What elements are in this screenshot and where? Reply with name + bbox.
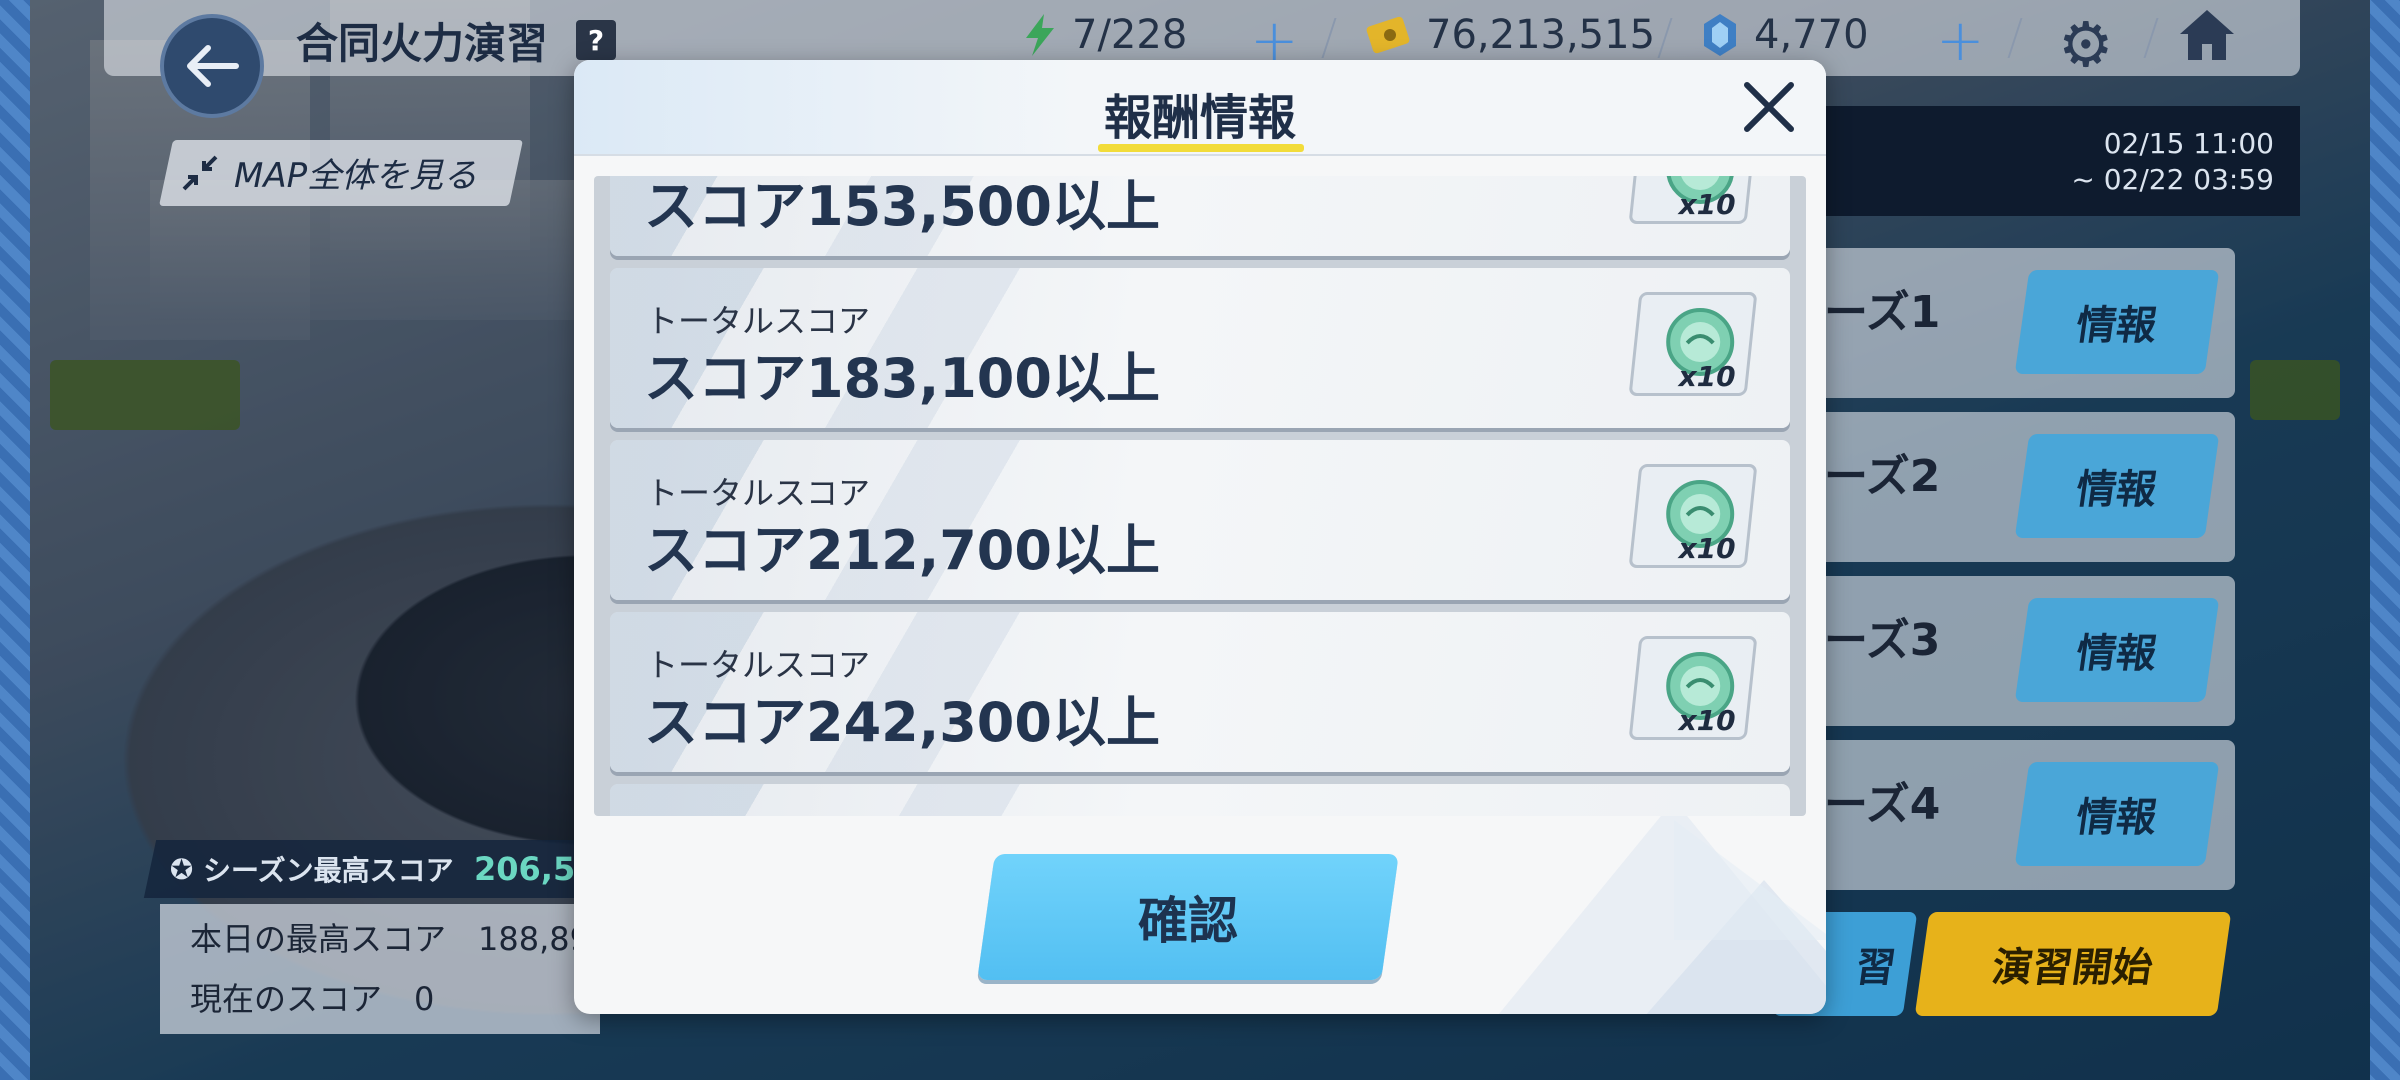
energy-value: 7/228 <box>1072 12 1188 58</box>
shrink-arrows-icon <box>182 155 218 190</box>
reward-item[interactable]: x10 <box>1628 292 1758 396</box>
season-label-1: ーズ1 <box>1824 287 1941 338</box>
reward-quantity: x10 <box>1678 704 1736 737</box>
period-end: ~ 02/22 03:59 <box>2071 163 2274 196</box>
reward-card: トータルスコア スコア242,300以上 x10 <box>610 612 1790 772</box>
close-button[interactable] <box>1736 74 1802 140</box>
season-4-info-button[interactable]: 情報 <box>2014 762 2220 866</box>
event-period: 02/15 11:00 ~ 02/22 03:59 <box>1810 106 2300 216</box>
period-start: 02/15 11:00 <box>2103 127 2274 160</box>
gems-counter: 4,770 <box>1700 12 1869 58</box>
reward-item[interactable]: x10 <box>1628 176 1758 224</box>
reward-threshold: スコア212,700以上 <box>644 519 1160 582</box>
gems-value: 4,770 <box>1754 12 1869 58</box>
gems-add-button[interactable]: + <box>1936 6 1985 74</box>
reward-card: トータルスコア スコア183,100以上 x10 <box>610 268 1790 428</box>
home-icon[interactable] <box>2176 6 2238 68</box>
season-3-info-button[interactable]: 情報 <box>2014 598 2220 702</box>
title-underline <box>1098 144 1304 152</box>
help-button[interactable]: ? <box>576 20 616 60</box>
close-icon <box>1744 82 1794 132</box>
reward-card-partial <box>610 784 1790 816</box>
page-title: 合同火力演習 <box>296 19 549 68</box>
reward-item[interactable]: x10 <box>1628 464 1758 568</box>
reward-quantity: x10 <box>1678 532 1736 565</box>
start-exercise-button[interactable]: 演習開始 <box>1914 912 2232 1016</box>
season-best-label: シーズン最高スコア <box>203 854 455 887</box>
gear-icon[interactable]: ⚙ <box>2058 8 2114 81</box>
map-overview-label: MAP全体を見る <box>180 148 477 197</box>
reward-info-modal: 報酬情報 スコア153,500以上 x10 トータルスコア スコア183,100… <box>574 60 1826 1014</box>
today-best-score: 本日の最高スコア 188,89 <box>190 920 590 958</box>
season-label-3: ーズ3 <box>1824 615 1941 666</box>
modal-title: 報酬情報 <box>1103 90 1296 146</box>
confirm-button[interactable]: 確認 <box>977 854 1399 980</box>
credits-value: 76,213,515 <box>1426 12 1656 58</box>
current-score: 現在のスコア 0 <box>190 980 435 1018</box>
medal-icon: ✪ <box>170 852 194 886</box>
reward-list[interactable]: スコア153,500以上 x10 トータルスコア スコア183,100以上 x1… <box>594 176 1806 816</box>
gem-icon <box>1704 14 1736 56</box>
season-2-info-button[interactable]: 情報 <box>2014 434 2220 538</box>
energy-bolt-icon <box>1026 14 1054 56</box>
reward-card: トータルスコア スコア212,700以上 x10 <box>610 440 1790 600</box>
season-label-4: ーズ4 <box>1824 779 1941 830</box>
season-1-info-button[interactable]: 情報 <box>2014 270 2220 374</box>
credits-counter: 76,213,515 <box>1366 12 1655 58</box>
reward-threshold: スコア242,300以上 <box>644 691 1160 754</box>
reward-threshold: スコア153,500以上 <box>644 176 1160 238</box>
back-arrow-icon <box>187 45 239 87</box>
season-label-2: ーズ2 <box>1824 451 1941 502</box>
reward-quantity: x10 <box>1678 188 1736 221</box>
season-best-value: 206,5 <box>474 850 576 888</box>
confirm-label: 確認 <box>1138 892 1238 950</box>
energy-counter: 7/228 <box>1022 12 1187 58</box>
reward-threshold: スコア183,100以上 <box>644 347 1160 410</box>
season-best-score: ✪ シーズン最高スコア 206,5 <box>143 840 597 898</box>
credit-card-icon <box>1366 16 1410 54</box>
reward-quantity: x10 <box>1678 360 1736 393</box>
reward-card: スコア153,500以上 x10 <box>610 176 1790 256</box>
back-button[interactable] <box>160 14 264 118</box>
reward-item[interactable]: x10 <box>1628 636 1758 740</box>
